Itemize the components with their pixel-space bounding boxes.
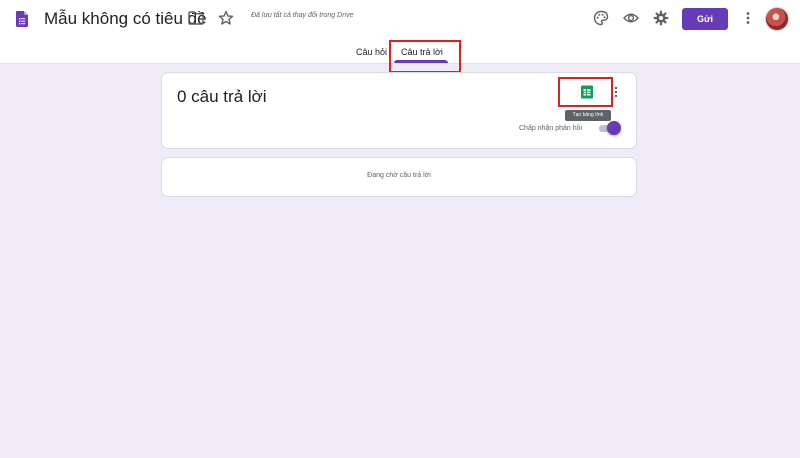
more-vert-icon[interactable] xyxy=(740,10,756,26)
toggle-knob[interactable] xyxy=(607,121,621,135)
gear-icon[interactable] xyxy=(653,10,669,26)
folder-icon[interactable] xyxy=(188,11,204,25)
highlight-box-sheets-button xyxy=(558,77,613,107)
eye-icon[interactable] xyxy=(623,10,639,26)
waiting-card: Đang chờ câu trả lời xyxy=(161,157,637,197)
send-button[interactable]: Gửi xyxy=(682,8,728,30)
star-icon[interactable] xyxy=(218,10,234,26)
form-title[interactable]: Mẫu không có tiêu đề xyxy=(44,9,207,29)
waiting-message: Đang chờ câu trả lời xyxy=(367,172,431,179)
response-count: 0 câu trả lời xyxy=(177,87,267,106)
account-avatar[interactable] xyxy=(765,7,789,31)
tab-questions[interactable]: Câu hỏi xyxy=(356,47,387,57)
google-forms-icon[interactable] xyxy=(16,11,28,27)
save-status: Đã lưu tất cả thay đổi trong Drive xyxy=(251,12,354,19)
highlight-box-responses-tab xyxy=(389,40,461,73)
accepting-responses-label: Chấp nhận phản hồi xyxy=(519,125,583,132)
create-sheet-tooltip: Tạo bảng tính xyxy=(565,110,611,121)
palette-icon[interactable] xyxy=(593,10,609,26)
